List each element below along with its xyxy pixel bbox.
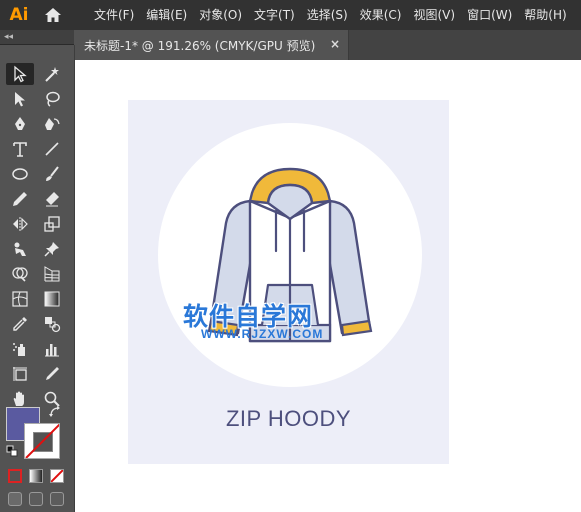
swap-colors-icon[interactable]	[48, 405, 62, 419]
menu-file[interactable]: 文件(F)	[88, 0, 140, 30]
menu-type[interactable]: 文字(T)	[248, 0, 301, 30]
watermark: 软件自学网 WWW.RJZXW.COM	[183, 297, 333, 347]
menu-window[interactable]: 窗口(W)	[461, 0, 518, 30]
none-mode-button[interactable]	[50, 469, 64, 483]
artboard[interactable]: ZIP HOODY	[128, 100, 449, 464]
mesh-tool-icon[interactable]	[6, 288, 34, 310]
close-icon[interactable]: ×	[330, 37, 340, 51]
menu-object[interactable]: 对象(O)	[193, 0, 248, 30]
scale-tool-icon[interactable]	[38, 213, 66, 235]
draw-normal-button[interactable]	[8, 492, 22, 506]
default-colors-icon[interactable]	[6, 445, 18, 457]
tools-panel	[0, 45, 75, 512]
paintbrush-tool-icon[interactable]	[38, 163, 66, 185]
type-tool-icon[interactable]	[6, 138, 34, 160]
blend-tool-icon[interactable]	[38, 313, 66, 335]
home-button[interactable]	[38, 0, 68, 30]
stroke-color-swatch[interactable]	[24, 423, 60, 459]
pen-tool-icon[interactable]	[6, 113, 34, 135]
toolbar-header: ◂◂	[0, 30, 74, 45]
gradient-mode-button[interactable]	[29, 469, 43, 483]
none-slash-icon	[51, 470, 63, 482]
document-tab-bar: 未标题-1* @ 191.26% (CMYK/GPU 预览) ×	[75, 30, 581, 60]
direct-selection-tool-icon[interactable]	[6, 88, 34, 110]
home-icon	[45, 8, 61, 22]
artboard-tool-icon[interactable]	[6, 363, 34, 385]
line-tool-icon[interactable]	[38, 138, 66, 160]
magic-wand-tool-icon[interactable]	[38, 63, 66, 85]
eyedropper-tool-icon[interactable]	[6, 313, 34, 335]
main-menu: 文件(F) 编辑(E) 对象(O) 文字(T) 选择(S) 效果(C) 视图(V…	[88, 0, 573, 30]
reflect-tool-icon[interactable]	[6, 213, 34, 235]
menu-help[interactable]: 帮助(H)	[518, 0, 572, 30]
lasso-tool-icon[interactable]	[38, 88, 66, 110]
pin-tool-icon[interactable]	[38, 238, 66, 260]
circle-background	[158, 123, 422, 387]
artboard-title: ZIP HOODY	[225, 406, 352, 431]
menu-view[interactable]: 视图(V)	[407, 0, 461, 30]
perspective-grid-tool-icon[interactable]	[38, 263, 66, 285]
collapse-icon[interactable]: ◂◂	[4, 32, 13, 42]
pencil-tool-icon[interactable]	[6, 188, 34, 210]
ellipse-tool-icon[interactable]	[6, 163, 34, 185]
shape-builder-tool-icon[interactable]	[6, 263, 34, 285]
selection-tool-icon[interactable]	[6, 63, 34, 85]
watermark-url: WWW.RJZXW.COM	[201, 327, 324, 341]
canvas[interactable]: ZIP HOODY 软件自学网 WWW.RJZXW.COM	[75, 60, 581, 512]
color-mode-button[interactable]	[8, 469, 22, 483]
slice-tool-icon[interactable]	[38, 363, 66, 385]
document-tab-label: 未标题-1* @ 191.26% (CMYK/GPU 预览)	[84, 38, 316, 53]
curvature-tool-icon[interactable]	[38, 113, 66, 135]
gradient-tool-icon[interactable]	[38, 288, 66, 310]
puppet-warp-tool-icon[interactable]	[6, 238, 34, 260]
draw-behind-button[interactable]	[29, 492, 43, 506]
menu-effect[interactable]: 效果(C)	[354, 0, 408, 30]
eraser-tool-icon[interactable]	[38, 188, 66, 210]
menu-bar: Ai 文件(F) 编辑(E) 对象(O) 文字(T) 选择(S) 效果(C) 视…	[0, 0, 581, 30]
draw-inside-button[interactable]	[50, 492, 64, 506]
document-tab[interactable]: 未标题-1* @ 191.26% (CMYK/GPU 预览) ×	[75, 30, 349, 60]
column-graph-tool-icon[interactable]	[38, 338, 66, 360]
menu-edit[interactable]: 编辑(E)	[140, 0, 193, 30]
symbol-sprayer-tool-icon[interactable]	[6, 338, 34, 360]
app-logo: Ai	[9, 5, 29, 25]
menu-select[interactable]: 选择(S)	[301, 0, 354, 30]
